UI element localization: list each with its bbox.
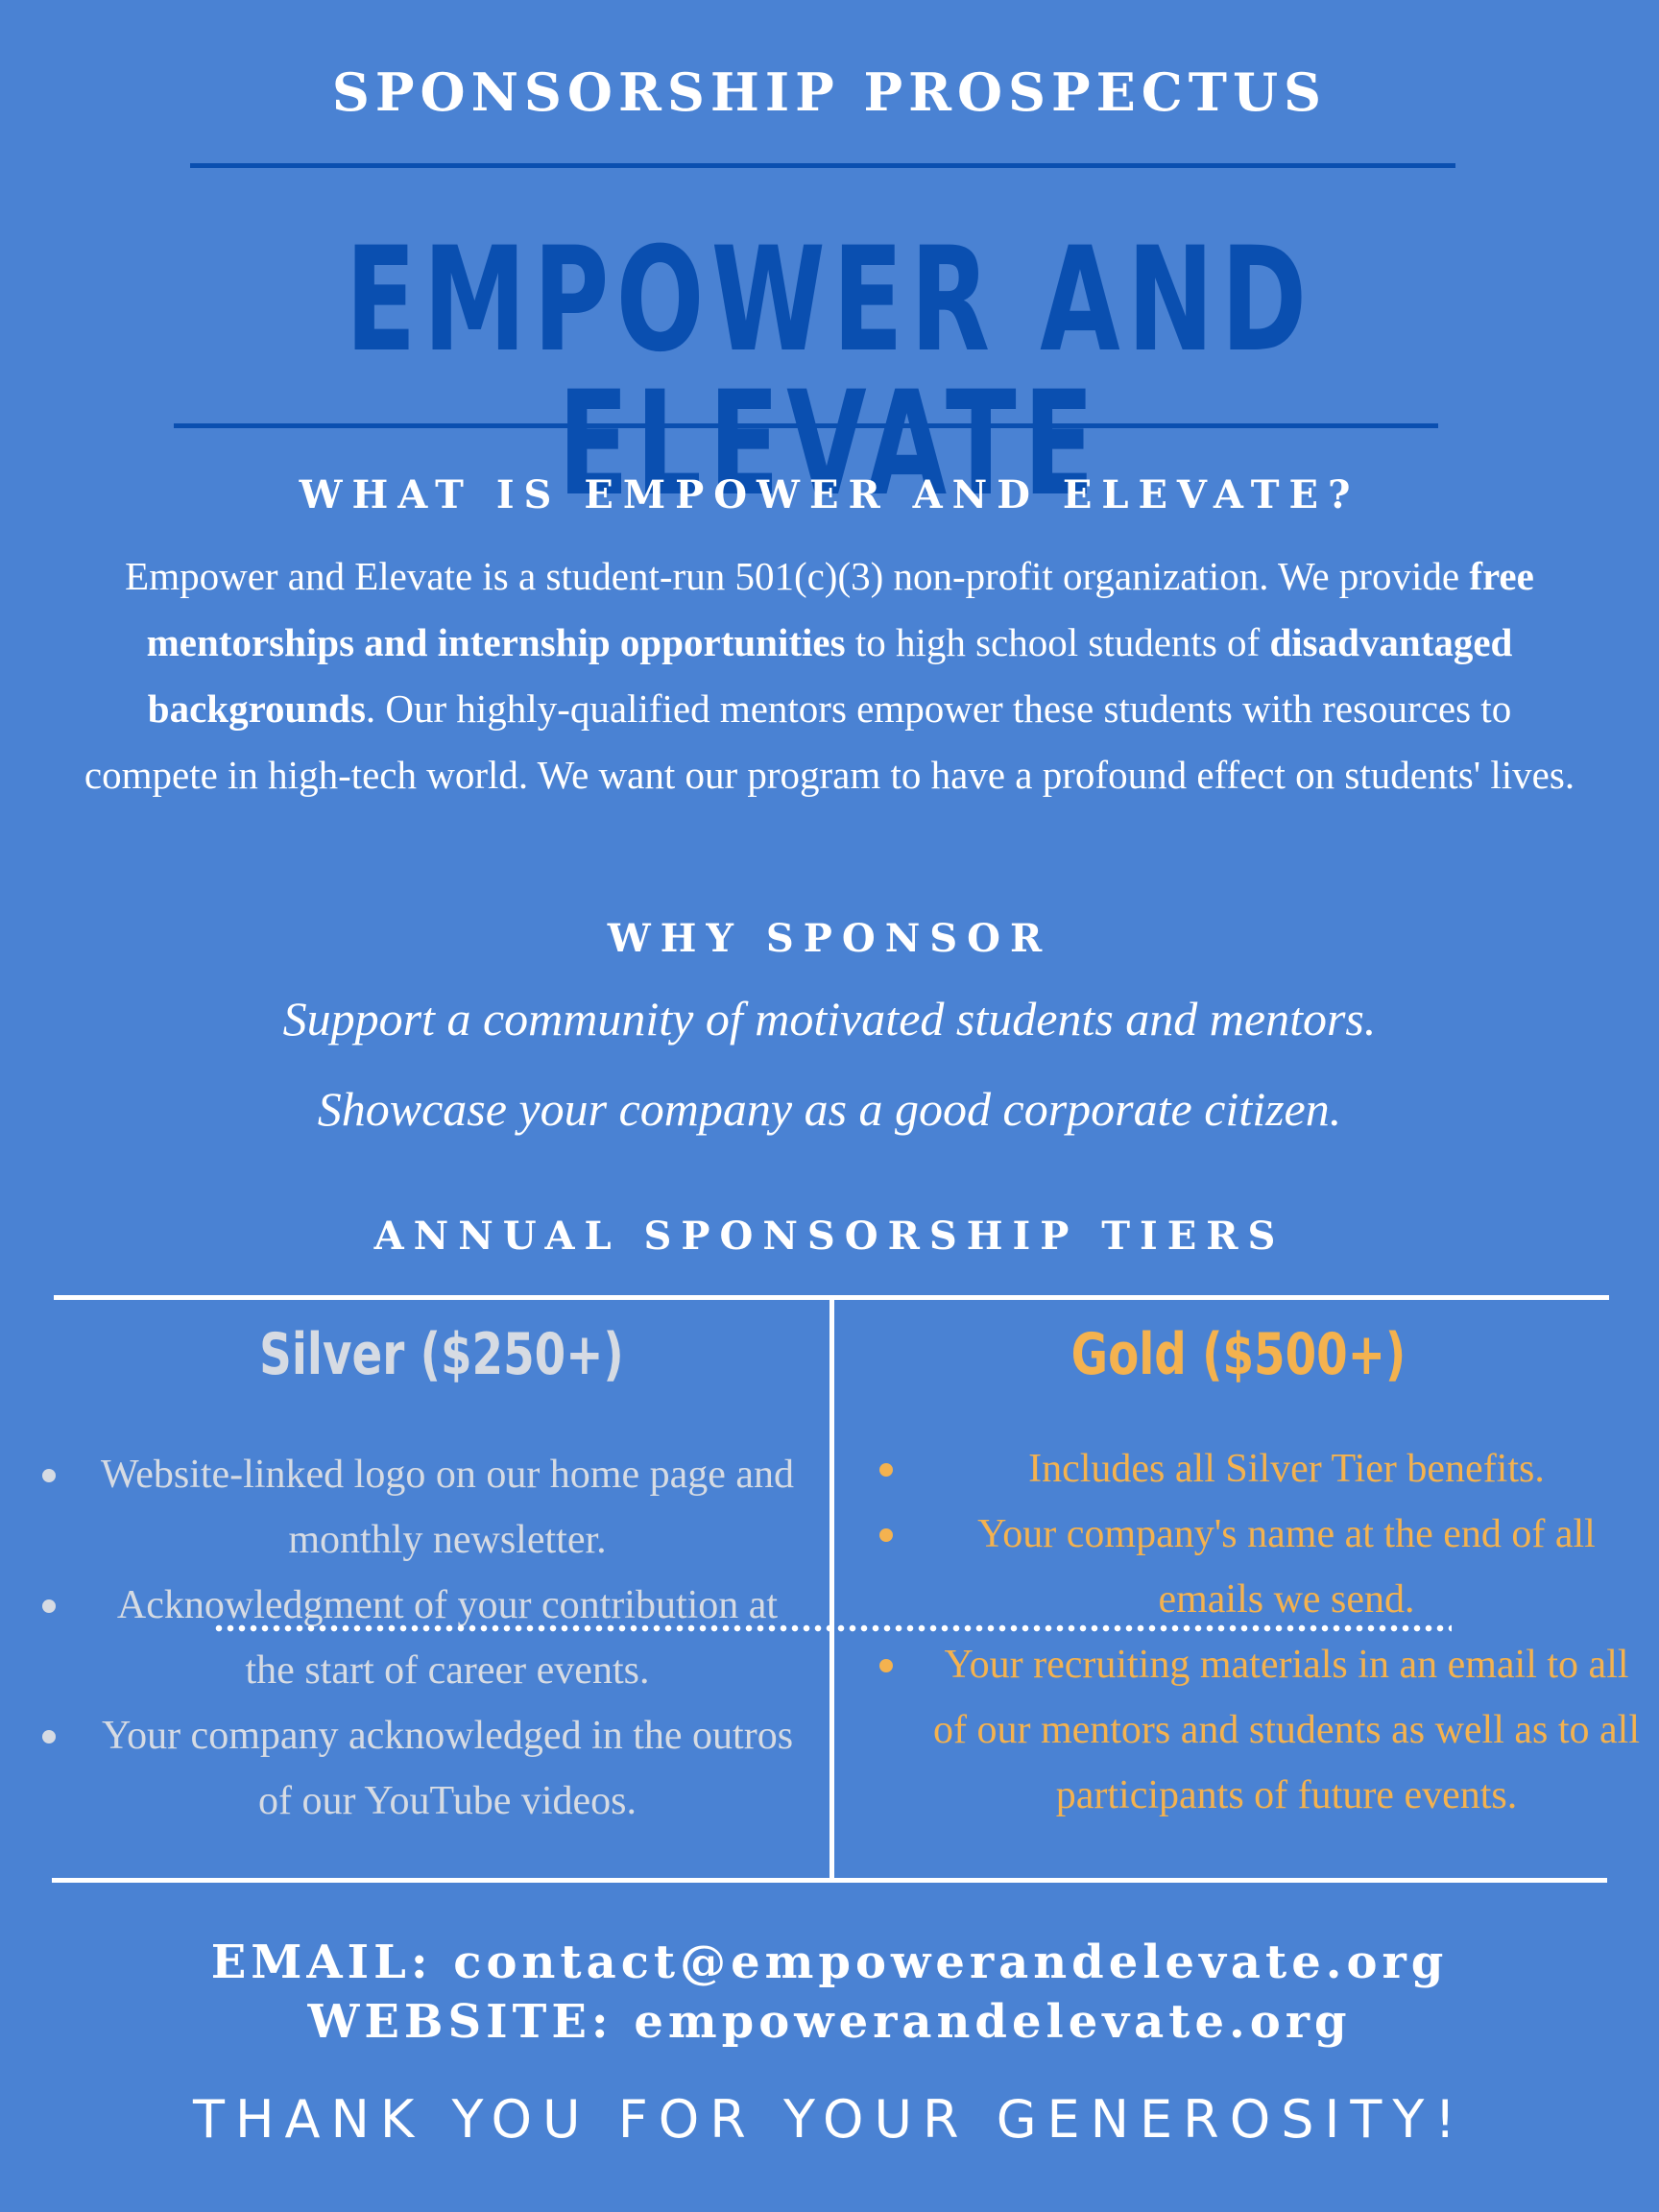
why-sponsor-heading: WHY SPONSOR [607,916,1052,961]
bullet-icon [42,1469,56,1482]
silver-tier-benefits: Website-linked logo on our home page and… [35,1442,803,1834]
benefit-text: Your recruiting materials in an email to… [932,1643,1641,1817]
contact-website: WEBSITE: empowerandelevate.org [307,1995,1352,2049]
silver-tier-title: Silver ($250+) [259,1321,624,1388]
list-item: Your company acknowledged in the outros … [35,1703,803,1834]
benefit-text: Includes all Silver Tier benefits. [1028,1447,1545,1491]
about-text-part: Empower and Elevate is a student-run 501… [125,554,1470,598]
dotted-divider [213,1624,1452,1632]
list-item: Website-linked logo on our home page and… [35,1442,803,1573]
thank-you-message: THANK YOU FOR YOUR GENEROSITY! [192,2089,1467,2150]
list-item: Acknowledgment of your contribution at t… [35,1573,803,1703]
about-heading: WHAT IS EMPOWER AND ELEVATE? [299,472,1360,517]
benefit-text: Acknowledgment of your contribution at t… [116,1583,779,1693]
prospectus-label: SPONSORSHIP PROSPECTUS [331,61,1328,123]
gold-tier-benefits: Includes all Silver Tier benefits. Your … [872,1436,1644,1828]
bullet-icon [879,1463,893,1477]
title-top-rule [190,163,1455,168]
gold-tier-title: Gold ($500+) [1070,1321,1407,1388]
why-sponsor-line: Showcase your company as a good corporat… [317,1082,1342,1136]
tiers-heading: ANNUAL SPONSORSHIP TIERS [373,1214,1286,1259]
list-item: Includes all Silver Tier benefits. [872,1436,1644,1502]
bullet-icon [879,1659,893,1672]
bullet-icon [42,1599,56,1613]
tiers-bottom-rule [52,1878,1607,1883]
contact-email: EMAIL: contact@empowerandelevate.org [210,1936,1449,1989]
tiers-divider [830,1298,834,1879]
title-bottom-rule [174,423,1438,428]
bullet-icon [42,1730,56,1743]
benefit-text: Your company acknowledged in the outros … [101,1714,794,1823]
about-text-part: to high school students of [845,620,1270,664]
why-sponsor-line: Support a community of motivated student… [282,992,1377,1046]
about-text: Empower and Elevate is a student-run 501… [77,543,1582,808]
benefit-text: Your company's name at the end of all em… [977,1512,1596,1622]
list-item: Your recruiting materials in an email to… [872,1632,1644,1828]
benefit-text: Website-linked logo on our home page and… [100,1453,795,1562]
list-item: Your company's name at the end of all em… [872,1502,1644,1632]
bullet-icon [879,1528,893,1542]
